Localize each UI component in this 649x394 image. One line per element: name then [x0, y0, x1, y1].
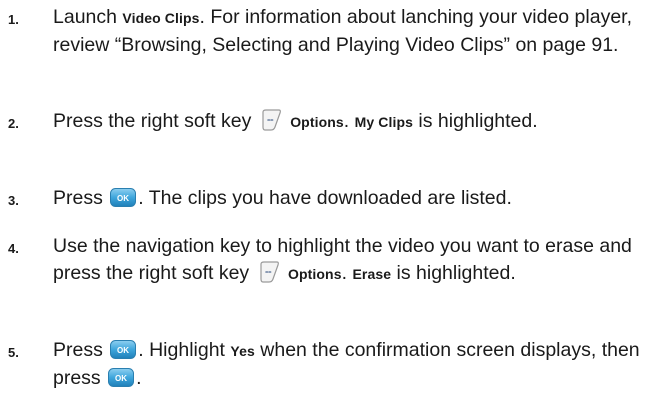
step-number: 3. [8, 193, 19, 208]
step-3: 3. Press . The clips you have downloaded… [0, 185, 649, 213]
ok-key-icon [110, 340, 136, 359]
step-number: 2. [8, 116, 19, 131]
ok-key-icon [108, 368, 134, 387]
step-number: 5. [8, 345, 19, 360]
step-5: 5. Press . Highlight Yes when the confir… [0, 337, 649, 393]
step-4: 4. Use the navigation key to highlight t… [0, 233, 649, 317]
step-text: Press . Highlight Yes when the confirmat… [53, 339, 640, 389]
step-text: Use the navigation key to highlight the … [53, 235, 632, 284]
step-1: 1. Launch Video Clips. For information a… [0, 4, 649, 88]
step-number: 1. [8, 12, 19, 27]
options-label: Options [288, 266, 342, 282]
right-soft-key-icon [259, 108, 283, 132]
erase-label: Erase [352, 266, 392, 282]
app-name-video-clips: Video Clips [122, 10, 200, 26]
options-label: Options [290, 114, 344, 130]
my-clips-label: My Clips [354, 114, 413, 130]
step-text: Press . The clips you have downloaded ar… [53, 187, 512, 209]
step-text: Launch Video Clips. For information abou… [53, 6, 632, 56]
right-soft-key-icon [257, 260, 281, 284]
ok-key-icon [110, 188, 136, 207]
step-number: 4. [8, 241, 19, 256]
yes-label: Yes [230, 343, 255, 359]
step-text: Press the right soft key Options. My Cli… [53, 108, 538, 132]
step-2: 2. Press the right soft key Options. My … [0, 108, 649, 164]
